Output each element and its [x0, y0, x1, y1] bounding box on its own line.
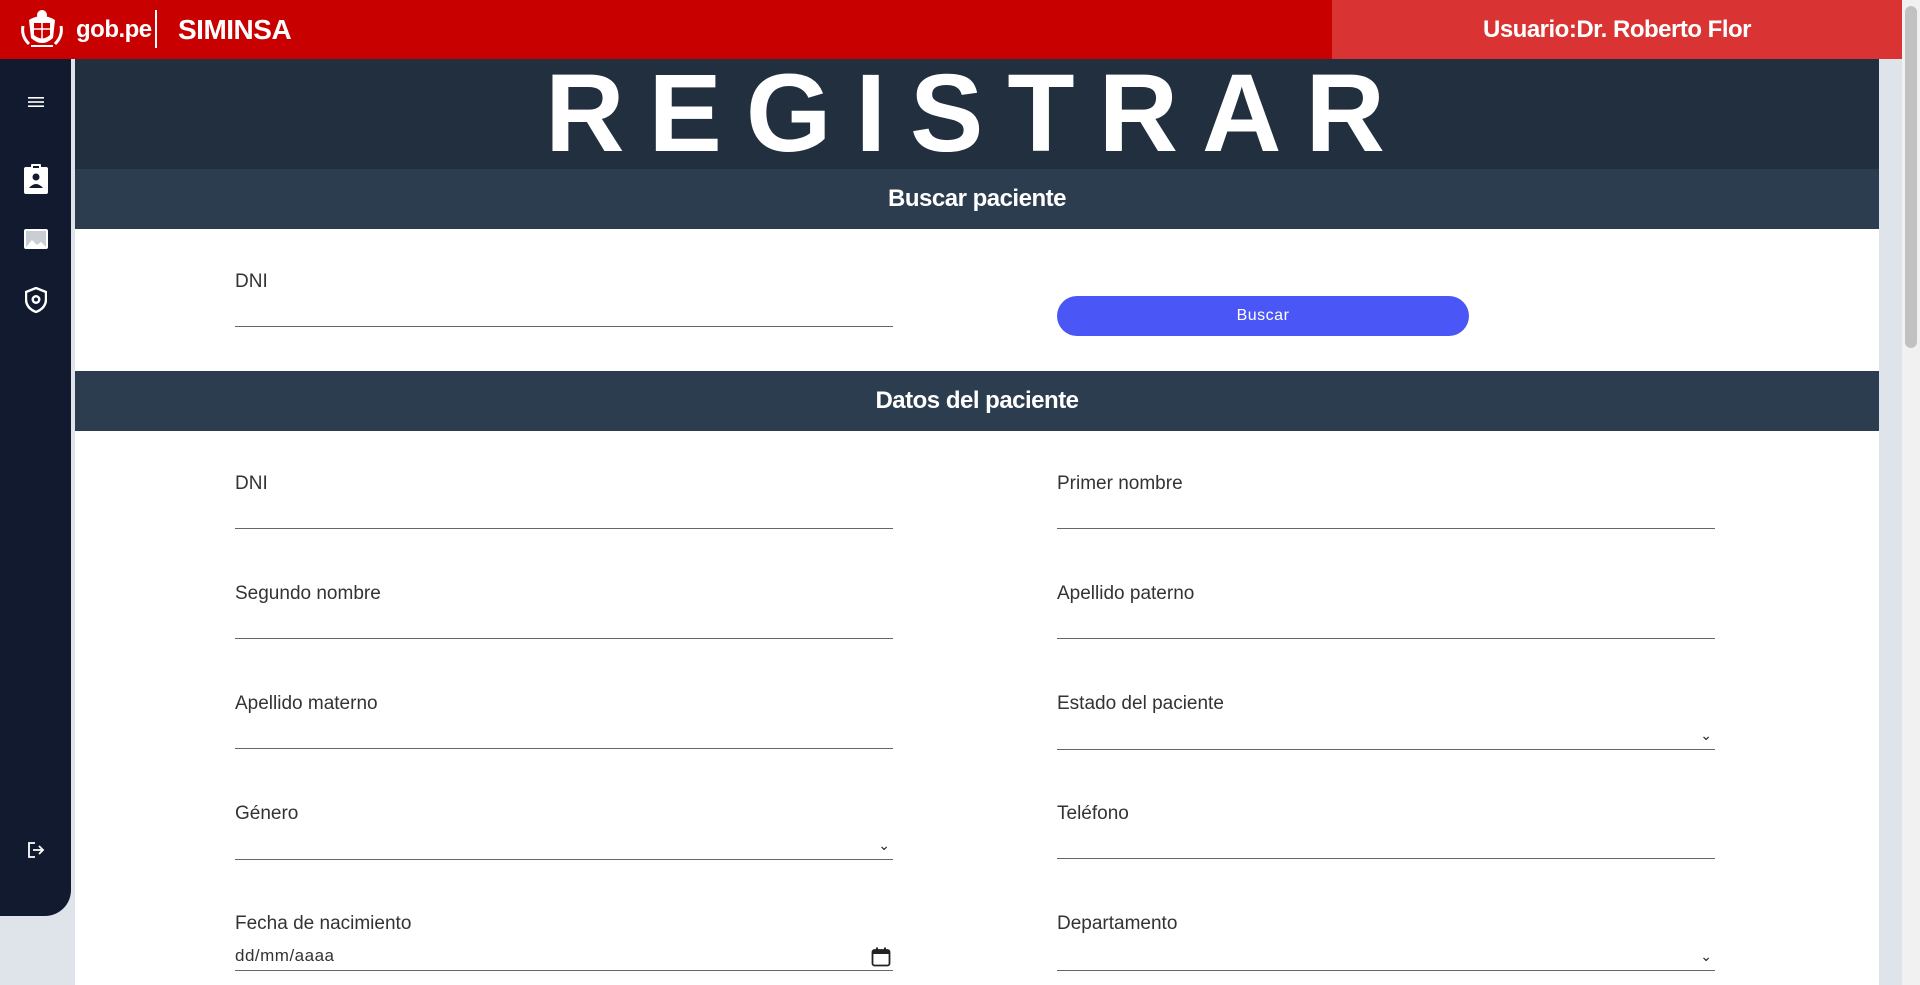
telefono-input[interactable] — [1057, 858, 1715, 859]
chevron-down-icon: ⌄ — [1700, 727, 1712, 743]
apellido-paterno-input[interactable] — [1057, 638, 1715, 639]
shield-icon[interactable] — [20, 284, 52, 316]
chevron-down-icon: ⌄ — [1700, 948, 1712, 964]
telefono-label: Teléfono — [1057, 803, 1129, 824]
primer-nombre-field[interactable]: Primer nombre — [1057, 473, 1715, 529]
search-section-header: Buscar paciente — [75, 169, 1879, 229]
apellido-materno-field[interactable]: Apellido materno — [235, 693, 893, 749]
dni-label: DNI — [235, 473, 268, 494]
primer-nombre-input[interactable] — [1057, 528, 1715, 529]
patient-badge-icon[interactable] — [20, 163, 52, 195]
dni-field[interactable]: DNI — [235, 473, 893, 529]
logout-icon[interactable] — [20, 834, 52, 866]
user-label: Usuario:Dr. Roberto Flor — [1332, 0, 1902, 59]
apellido-materno-label: Apellido materno — [235, 693, 378, 714]
genero-select[interactable]: Género ⌄ — [235, 803, 893, 860]
search-dni-label: DNI — [235, 271, 268, 292]
fecha-nacimiento-placeholder: dd/mm/aaaa — [235, 946, 335, 965]
segundo-nombre-label: Segundo nombre — [235, 583, 381, 604]
page-title: REGISTRAR — [75, 59, 1879, 169]
fecha-nacimiento-field[interactable]: Fecha de nacimiento dd/mm/aaaa — [235, 913, 893, 971]
telefono-field[interactable]: Teléfono — [1057, 803, 1715, 859]
top-bar: gob.pe SIMINSA Usuario:Dr. Roberto Flor — [0, 0, 1902, 59]
sidebar — [0, 59, 71, 916]
menu-icon[interactable] — [20, 86, 52, 118]
search-dni-input[interactable] — [235, 326, 893, 327]
search-dni-field[interactable]: DNI — [235, 271, 893, 327]
patient-section-header: Datos del paciente — [75, 371, 1879, 431]
page-scrollbar-thumb[interactable] — [1905, 6, 1917, 348]
image-icon[interactable] — [20, 223, 52, 255]
segundo-nombre-input[interactable] — [235, 638, 893, 639]
fecha-nacimiento-label: Fecha de nacimiento — [235, 913, 412, 934]
apellido-paterno-field[interactable]: Apellido paterno — [1057, 583, 1715, 639]
genero-underline — [235, 859, 893, 860]
departamento-label: Departamento — [1057, 913, 1178, 934]
estado-paciente-label: Estado del paciente — [1057, 693, 1224, 714]
apellido-materno-input[interactable] — [235, 748, 893, 749]
segundo-nombre-field[interactable]: Segundo nombre — [235, 583, 893, 639]
app-name[interactable]: SIMINSA — [178, 0, 292, 59]
fecha-nacimiento-underline — [235, 970, 893, 971]
genero-label: Género — [235, 803, 299, 824]
chevron-down-icon: ⌄ — [878, 837, 890, 853]
dni-input[interactable] — [235, 528, 893, 529]
buscar-button[interactable]: Buscar — [1057, 296, 1469, 336]
peru-coat-of-arms-logo — [21, 10, 63, 47]
primer-nombre-label: Primer nombre — [1057, 473, 1183, 494]
departamento-underline — [1057, 970, 1715, 971]
main-content: REGISTRAR Buscar paciente DNI Buscar Dat… — [75, 59, 1879, 985]
brand-divider — [155, 10, 157, 48]
gob-pe-brand[interactable]: gob.pe — [76, 0, 152, 59]
calendar-icon[interactable] — [871, 947, 891, 967]
departamento-select[interactable]: Departamento ⌄ — [1057, 913, 1715, 971]
estado-paciente-select[interactable]: Estado del paciente ⌄ — [1057, 693, 1715, 750]
apellido-paterno-label: Apellido paterno — [1057, 583, 1195, 604]
estado-paciente-underline — [1057, 749, 1715, 750]
